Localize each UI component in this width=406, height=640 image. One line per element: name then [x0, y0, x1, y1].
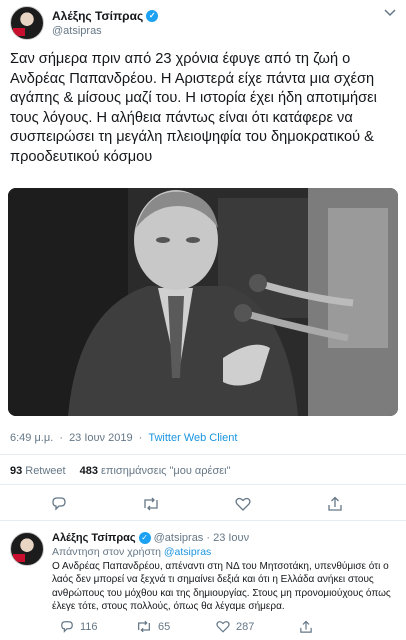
tweet-actions — [0, 493, 406, 515]
photo-illustration — [8, 188, 398, 416]
reply-reply-count: 116 — [80, 621, 98, 633]
reply-reply-button[interactable]: 116 — [60, 620, 98, 634]
author-name[interactable]: Αλέξης Τσίπρας — [52, 9, 143, 23]
retweet-icon[interactable] — [140, 493, 162, 515]
reply-avatar[interactable] — [10, 532, 44, 566]
author-name-line[interactable]: Αλέξης Τσίπρας ✓ — [52, 9, 159, 23]
reply-tweet[interactable]: Αλέξης Τσίπρας ✓ @atsipras · 23 Ιουν Απά… — [0, 524, 406, 640]
tweet-photo[interactable] — [8, 188, 398, 416]
tweet-meta: 6:49 μ.μ. · 23 Ιουν 2019 · Twitter Web C… — [10, 432, 237, 444]
like-stat[interactable]: 483 επισημάνσεις "μου αρέσει" — [80, 465, 231, 477]
tweet-time[interactable]: 6:49 μ.μ. — [10, 432, 53, 444]
retweet-label: Retweet — [25, 465, 66, 477]
retweet-icon — [138, 620, 150, 633]
reply-like-count: 287 — [236, 620, 255, 633]
verified-badge-icon: ✓ — [146, 10, 159, 22]
divider — [0, 454, 406, 455]
meta-separator: · — [59, 432, 63, 444]
reply-share-button[interactable] — [300, 620, 312, 634]
retweet-stat[interactable]: 93 Retweet — [10, 465, 66, 477]
reply-icon[interactable] — [48, 493, 70, 515]
divider — [0, 520, 406, 521]
reply-retweet-button[interactable]: 65 — [136, 620, 170, 633]
reply-handle-date[interactable]: @atsipras · 23 Ιουν — [154, 532, 249, 544]
tweet-text: Σαν σήμερα πριν από 23 χρόνια έφυγε από … — [10, 51, 377, 165]
divider — [0, 484, 406, 485]
like-label: επισημάνσεις "μου αρέσει" — [100, 465, 231, 477]
tweet-stats: 93 Retweet 483 επισημάνσεις "μου αρέσει" — [10, 465, 231, 477]
heart-icon[interactable] — [232, 493, 254, 515]
retweet-count: 93 — [10, 465, 23, 477]
replying-handle-link[interactable]: @atsipras — [164, 546, 211, 558]
like-count: 483 — [79, 465, 98, 477]
verified-badge-icon: ✓ — [138, 532, 151, 544]
meta-separator: · — [138, 432, 143, 444]
reply-like-button[interactable]: 287 — [216, 620, 254, 633]
tweet-header: Αλέξης Τσίπρας ✓ @atsipras — [10, 6, 396, 42]
tweet-client-link[interactable]: Twitter Web Client — [148, 432, 237, 444]
flag-icon — [13, 554, 25, 562]
chevron-down-icon[interactable] — [384, 8, 396, 20]
reply-actions: 116 65 287 — [52, 620, 402, 636]
replying-prefix: Απάντηση στον χρήστη — [52, 546, 161, 558]
reply-author-name[interactable]: Αλέξης Τσίπρας — [52, 532, 136, 544]
tweet-date[interactable]: 23 Ιουν 2019 — [69, 432, 133, 444]
reply-retweet-count: 65 — [158, 620, 171, 633]
share-icon[interactable] — [324, 493, 346, 515]
reply-icon — [61, 621, 73, 633]
replying-to: Απάντηση στον χρήστη @atsipras — [52, 546, 211, 558]
author-handle[interactable]: @atsipras — [52, 25, 102, 37]
reply-text: Ο Ανδρέας Παπανδρέου, απέναντι στη ΝΔ το… — [52, 561, 391, 612]
share-icon — [300, 620, 312, 633]
reply-author-line: Αλέξης Τσίπρας ✓ @atsipras · 23 Ιουν — [52, 532, 249, 544]
avatar[interactable] — [10, 6, 44, 40]
flag-icon — [13, 28, 25, 36]
heart-icon — [216, 621, 230, 633]
